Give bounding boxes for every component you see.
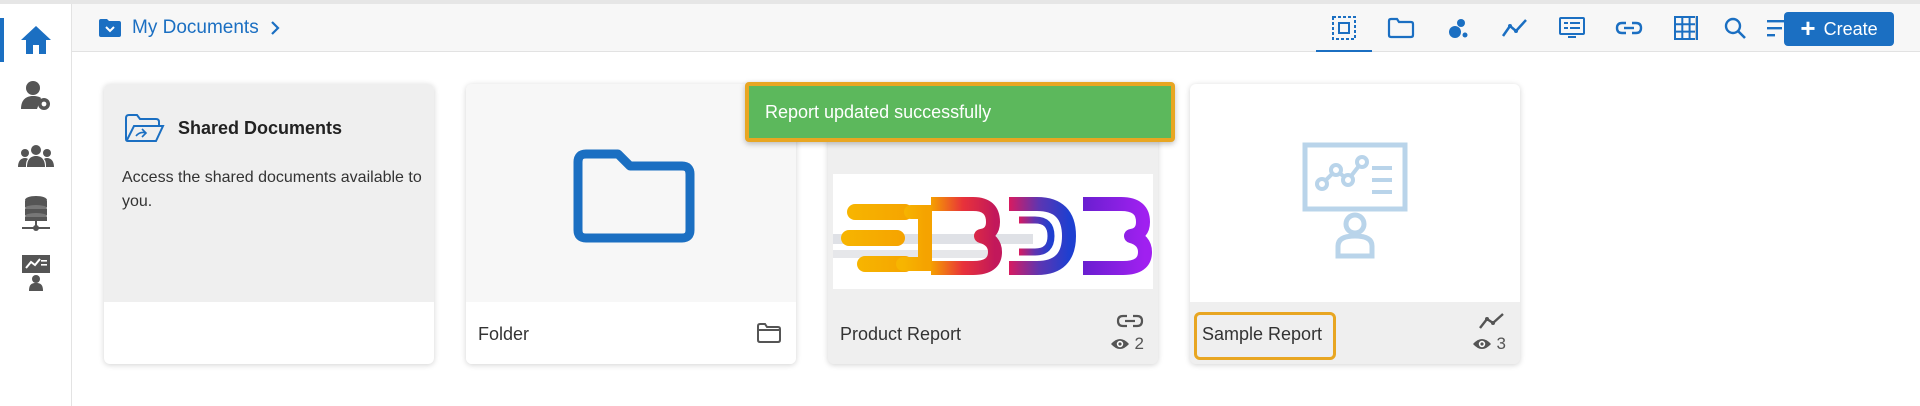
folder-icon [1387,17,1415,39]
shared-documents-card[interactable]: Shared Documents Access the shared docum… [104,84,434,364]
sample-report-thumbnail [1190,84,1520,302]
home-icon [21,26,51,54]
presentation-chart-icon [1302,142,1408,259]
nav-user-settings[interactable] [0,68,72,124]
shared-documents-footer [104,302,434,364]
folder-small-icon [757,323,781,343]
eye-icon [1110,339,1129,349]
app-root: My Documents + Create Shared Documents A… [0,0,1920,406]
product-report-footer: Product Report 2 [828,302,1158,364]
nav-data-center[interactable] [0,186,72,242]
tool-link[interactable] [1609,10,1649,46]
link-icon [1116,314,1144,328]
product-report-label: Product Report [840,324,962,344]
sample-report-meta: 3 [1472,312,1506,354]
tool-select-all[interactable] [1316,10,1372,52]
bubble-chart-icon [1449,19,1468,38]
folder-dropdown-icon[interactable] [98,18,122,38]
sample-report-views: 3 [1472,334,1506,354]
success-toast: Report updated successfully [745,82,1175,142]
tool-folders[interactable] [1381,10,1421,46]
tool-search[interactable] [1715,10,1755,46]
presentation-icon [1559,17,1585,38]
product-report-view-count: 2 [1134,334,1144,353]
side-navigation [0,4,72,406]
users-group-icon [18,145,54,167]
folder-footer: Folder [466,302,796,364]
tool-bubble-chart[interactable] [1438,10,1478,46]
nav-user-groups[interactable] [0,128,72,184]
chevron-right-icon [270,21,280,35]
large-folder-icon [573,149,695,243]
product-report-views: 2 [1110,334,1144,354]
nav-presenter[interactable] [0,244,72,300]
tool-line-chart[interactable] [1495,10,1535,46]
sample-report-highlight [1194,312,1336,360]
user-settings-icon [21,81,50,110]
shared-documents-description: Access the shared documents available to… [122,169,422,210]
shared-folder-icon [125,114,165,142]
breadcrumb[interactable]: My Documents [98,16,281,40]
line-chart-icon [1501,19,1527,37]
breadcrumb-label[interactable]: My Documents [132,17,259,39]
toolbar-divider [1695,16,1696,40]
presenter-icon [22,255,50,291]
shared-documents-title: Shared Documents [178,117,343,138]
database-network-icon [22,196,50,231]
toast-message: Report updated successfully [765,101,992,122]
folder-label: Folder [478,324,530,344]
select-all-icon [1332,16,1356,40]
link-icon [1615,21,1643,35]
tool-story[interactable] [1552,10,1592,46]
create-button[interactable]: + Create [1784,12,1894,46]
search-icon [1724,17,1746,39]
sample-report-view-count: 3 [1496,334,1506,353]
plus-icon: + [1800,13,1816,43]
shared-documents-body: Shared Documents Access the shared docum… [104,84,434,302]
tool-grid[interactable] [1666,10,1706,46]
eye-icon [1472,339,1491,349]
line-chart-icon [1479,313,1504,329]
top-header: My Documents + Create [72,4,1920,52]
shared-documents-header: Shared Documents [122,112,342,144]
create-button-label: Create [1823,18,1878,39]
product-report-meta: 2 [1110,312,1144,354]
nav-home[interactable] [0,12,72,68]
